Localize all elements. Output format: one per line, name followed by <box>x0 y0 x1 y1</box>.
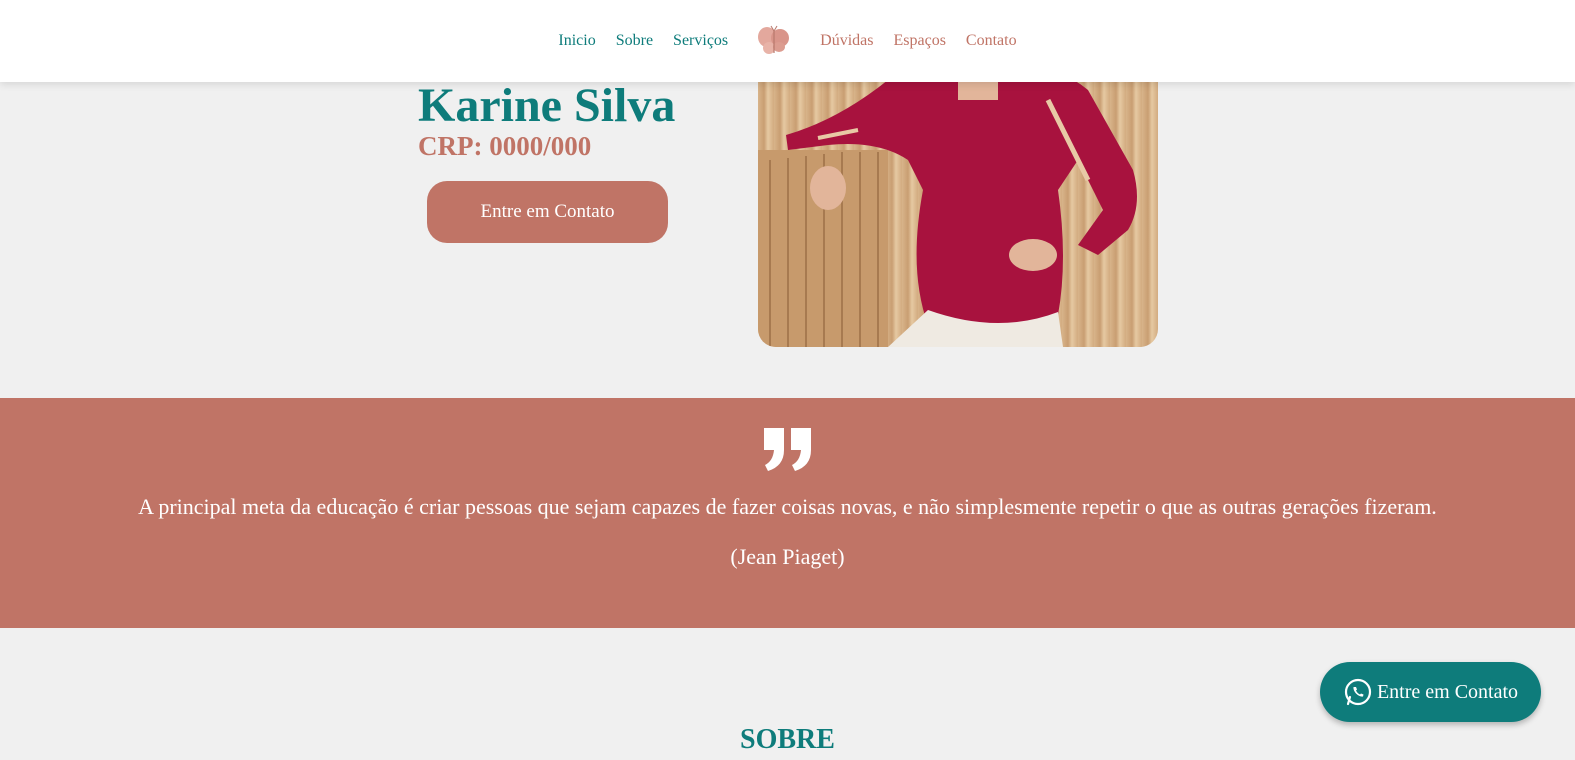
main-nav: Inicio Sobre Serviços Dúvidas Espaços Co… <box>550 24 1024 58</box>
site-header: Inicio Sobre Serviços Dúvidas Espaços Co… <box>0 0 1575 82</box>
nav-link-espacos[interactable]: Espaços <box>893 32 945 49</box>
quote-author: (Jean Piaget) <box>730 544 845 569</box>
nav-right-group: Dúvidas Espaços Contato <box>812 32 1024 50</box>
nav-link-contato[interactable]: Contato <box>966 32 1017 49</box>
contact-button[interactable]: Entre em Contato <box>427 181 668 243</box>
nav-link-inicio[interactable]: Inicio <box>558 32 595 49</box>
nav-left-group: Inicio Sobre Serviços <box>550 32 736 50</box>
sobre-heading: SOBRE <box>740 724 835 755</box>
quote-text: A principal meta da educação é criar pes… <box>138 494 1437 519</box>
nav-link-servicos[interactable]: Serviços <box>673 32 728 49</box>
whatsapp-icon <box>1344 678 1372 706</box>
quote-icon <box>762 426 814 472</box>
hero-crp: CRP: 0000/000 <box>418 131 592 161</box>
whatsapp-button-label: Entre em Contato <box>1376 680 1519 703</box>
whatsapp-contact-button[interactable]: Entre em Contato <box>1320 662 1541 722</box>
nav-link-duvidas[interactable]: Dúvidas <box>820 32 873 49</box>
nav-link-sobre[interactable]: Sobre <box>616 32 653 49</box>
hero-name: Karine Silva <box>418 79 676 132</box>
profile-photo <box>758 40 1158 347</box>
butterfly-logo-icon[interactable] <box>754 24 794 58</box>
